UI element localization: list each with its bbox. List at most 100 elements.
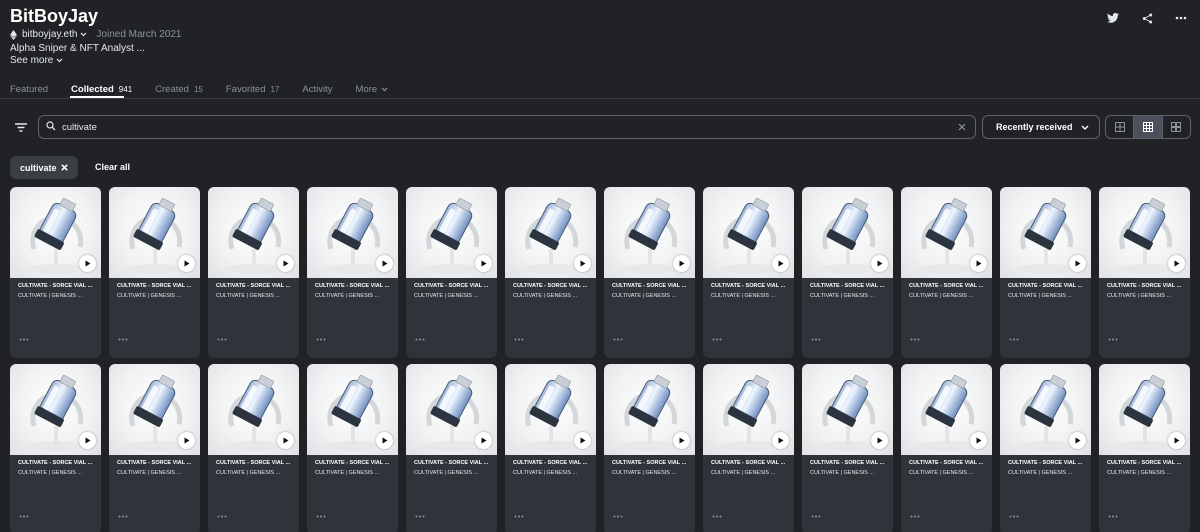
filter-chip[interactable]: cultivate: [10, 156, 78, 179]
nft-card[interactable]: CULTIVATE - SORCE VIAL ... CULTIVATE | G…: [901, 187, 992, 358]
tab-more[interactable]: More: [355, 82, 388, 96]
nft-card[interactable]: CULTIVATE - SORCE VIAL ... CULTIVATE | G…: [1000, 364, 1091, 532]
more-icon[interactable]: [514, 514, 526, 519]
nft-card[interactable]: CULTIVATE - SORCE VIAL ... CULTIVATE | G…: [1099, 364, 1190, 532]
play-icon[interactable]: [277, 432, 294, 449]
nft-image[interactable]: [1099, 364, 1190, 455]
nft-card[interactable]: CULTIVATE - SORCE VIAL ... CULTIVATE | G…: [109, 187, 200, 358]
more-icon[interactable]: [1108, 337, 1120, 342]
more-icon[interactable]: [1172, 9, 1190, 27]
nft-card[interactable]: CULTIVATE - SORCE VIAL ... CULTIVATE | G…: [10, 187, 101, 358]
share-icon[interactable]: [1138, 9, 1156, 27]
search-input[interactable]: [62, 121, 957, 133]
nft-image[interactable]: [307, 187, 398, 278]
more-icon[interactable]: [316, 337, 328, 342]
play-icon[interactable]: [178, 432, 195, 449]
play-icon[interactable]: [376, 432, 393, 449]
compact-grid-icon[interactable]: [1161, 116, 1190, 138]
play-icon[interactable]: [1168, 432, 1185, 449]
nft-card[interactable]: CULTIVATE - SORCE VIAL ... CULTIVATE | G…: [406, 187, 497, 358]
nft-image[interactable]: [802, 187, 893, 278]
chevron-down-icon[interactable]: [80, 31, 87, 38]
play-icon[interactable]: [772, 432, 789, 449]
clear-all-button[interactable]: Clear all: [95, 162, 130, 172]
more-icon[interactable]: [19, 337, 31, 342]
nft-card[interactable]: CULTIVATE - SORCE VIAL ... CULTIVATE | G…: [901, 364, 992, 532]
twitter-icon[interactable]: [1104, 9, 1122, 27]
nft-image[interactable]: [10, 364, 101, 455]
nft-image[interactable]: [406, 364, 497, 455]
more-icon[interactable]: [316, 514, 328, 519]
more-icon[interactable]: [1009, 514, 1021, 519]
nft-image[interactable]: [703, 364, 794, 455]
nft-card[interactable]: CULTIVATE - SORCE VIAL ... CULTIVATE | G…: [208, 187, 299, 358]
more-icon[interactable]: [910, 337, 922, 342]
play-icon[interactable]: [871, 432, 888, 449]
nft-card[interactable]: CULTIVATE - SORCE VIAL ... CULTIVATE | G…: [1099, 187, 1190, 358]
nft-image[interactable]: [208, 187, 299, 278]
more-icon[interactable]: [118, 514, 130, 519]
nft-image[interactable]: [109, 364, 200, 455]
play-icon[interactable]: [277, 255, 294, 272]
tab-activity[interactable]: Activity: [302, 82, 332, 96]
more-icon[interactable]: [910, 514, 922, 519]
see-more-button[interactable]: See more: [10, 55, 63, 66]
nft-card[interactable]: CULTIVATE - SORCE VIAL ... CULTIVATE | G…: [406, 364, 497, 532]
nft-image[interactable]: [505, 364, 596, 455]
nft-image[interactable]: [1000, 364, 1091, 455]
play-icon[interactable]: [574, 255, 591, 272]
play-icon[interactable]: [772, 255, 789, 272]
play-icon[interactable]: [970, 255, 987, 272]
play-icon[interactable]: [574, 432, 591, 449]
nft-card[interactable]: CULTIVATE - SORCE VIAL ... CULTIVATE | G…: [703, 187, 794, 358]
play-icon[interactable]: [376, 255, 393, 272]
nft-card[interactable]: CULTIVATE - SORCE VIAL ... CULTIVATE | G…: [505, 364, 596, 532]
play-icon[interactable]: [871, 255, 888, 272]
nft-card[interactable]: CULTIVATE - SORCE VIAL ... CULTIVATE | G…: [505, 187, 596, 358]
nft-image[interactable]: [1000, 187, 1091, 278]
search-bar[interactable]: [38, 115, 976, 139]
play-icon[interactable]: [673, 432, 690, 449]
more-icon[interactable]: [19, 514, 31, 519]
more-icon[interactable]: [415, 514, 427, 519]
close-icon[interactable]: [61, 163, 68, 173]
nft-card[interactable]: CULTIVATE - SORCE VIAL ... CULTIVATE | G…: [307, 187, 398, 358]
clear-search-icon[interactable]: [957, 122, 967, 132]
nft-image[interactable]: [406, 187, 497, 278]
more-icon[interactable]: [811, 514, 823, 519]
play-icon[interactable]: [1069, 255, 1086, 272]
nft-image[interactable]: [703, 187, 794, 278]
nft-image[interactable]: [505, 187, 596, 278]
tab-favorited[interactable]: Favorited 17: [226, 82, 280, 96]
more-icon[interactable]: [514, 337, 526, 342]
nft-card[interactable]: CULTIVATE - SORCE VIAL ... CULTIVATE | G…: [10, 364, 101, 532]
nft-card[interactable]: CULTIVATE - SORCE VIAL ... CULTIVATE | G…: [604, 364, 695, 532]
nft-card[interactable]: CULTIVATE - SORCE VIAL ... CULTIVATE | G…: [307, 364, 398, 532]
nft-image[interactable]: [10, 187, 101, 278]
more-icon[interactable]: [613, 514, 625, 519]
tab-featured[interactable]: Featured: [10, 82, 48, 96]
nft-image[interactable]: [604, 187, 695, 278]
nft-card[interactable]: CULTIVATE - SORCE VIAL ... CULTIVATE | G…: [802, 364, 893, 532]
nft-image[interactable]: [802, 364, 893, 455]
nft-card[interactable]: CULTIVATE - SORCE VIAL ... CULTIVATE | G…: [109, 364, 200, 532]
small-grid-icon[interactable]: [1133, 116, 1162, 138]
sort-dropdown[interactable]: Recently received: [982, 115, 1100, 139]
nft-image[interactable]: [901, 187, 992, 278]
more-icon[interactable]: [217, 514, 229, 519]
more-icon[interactable]: [217, 337, 229, 342]
tab-created[interactable]: Created 15: [155, 82, 203, 96]
more-icon[interactable]: [613, 337, 625, 342]
more-icon[interactable]: [118, 337, 130, 342]
play-icon[interactable]: [475, 255, 492, 272]
nft-card[interactable]: CULTIVATE - SORCE VIAL ... CULTIVATE | G…: [1000, 187, 1091, 358]
nft-image[interactable]: [109, 187, 200, 278]
more-icon[interactable]: [712, 514, 724, 519]
large-grid-icon[interactable]: [1106, 116, 1133, 138]
nft-card[interactable]: CULTIVATE - SORCE VIAL ... CULTIVATE | G…: [208, 364, 299, 532]
play-icon[interactable]: [970, 432, 987, 449]
nft-card[interactable]: CULTIVATE - SORCE VIAL ... CULTIVATE | G…: [802, 187, 893, 358]
more-icon[interactable]: [1108, 514, 1120, 519]
more-icon[interactable]: [1009, 337, 1021, 342]
nft-image[interactable]: [1099, 187, 1190, 278]
